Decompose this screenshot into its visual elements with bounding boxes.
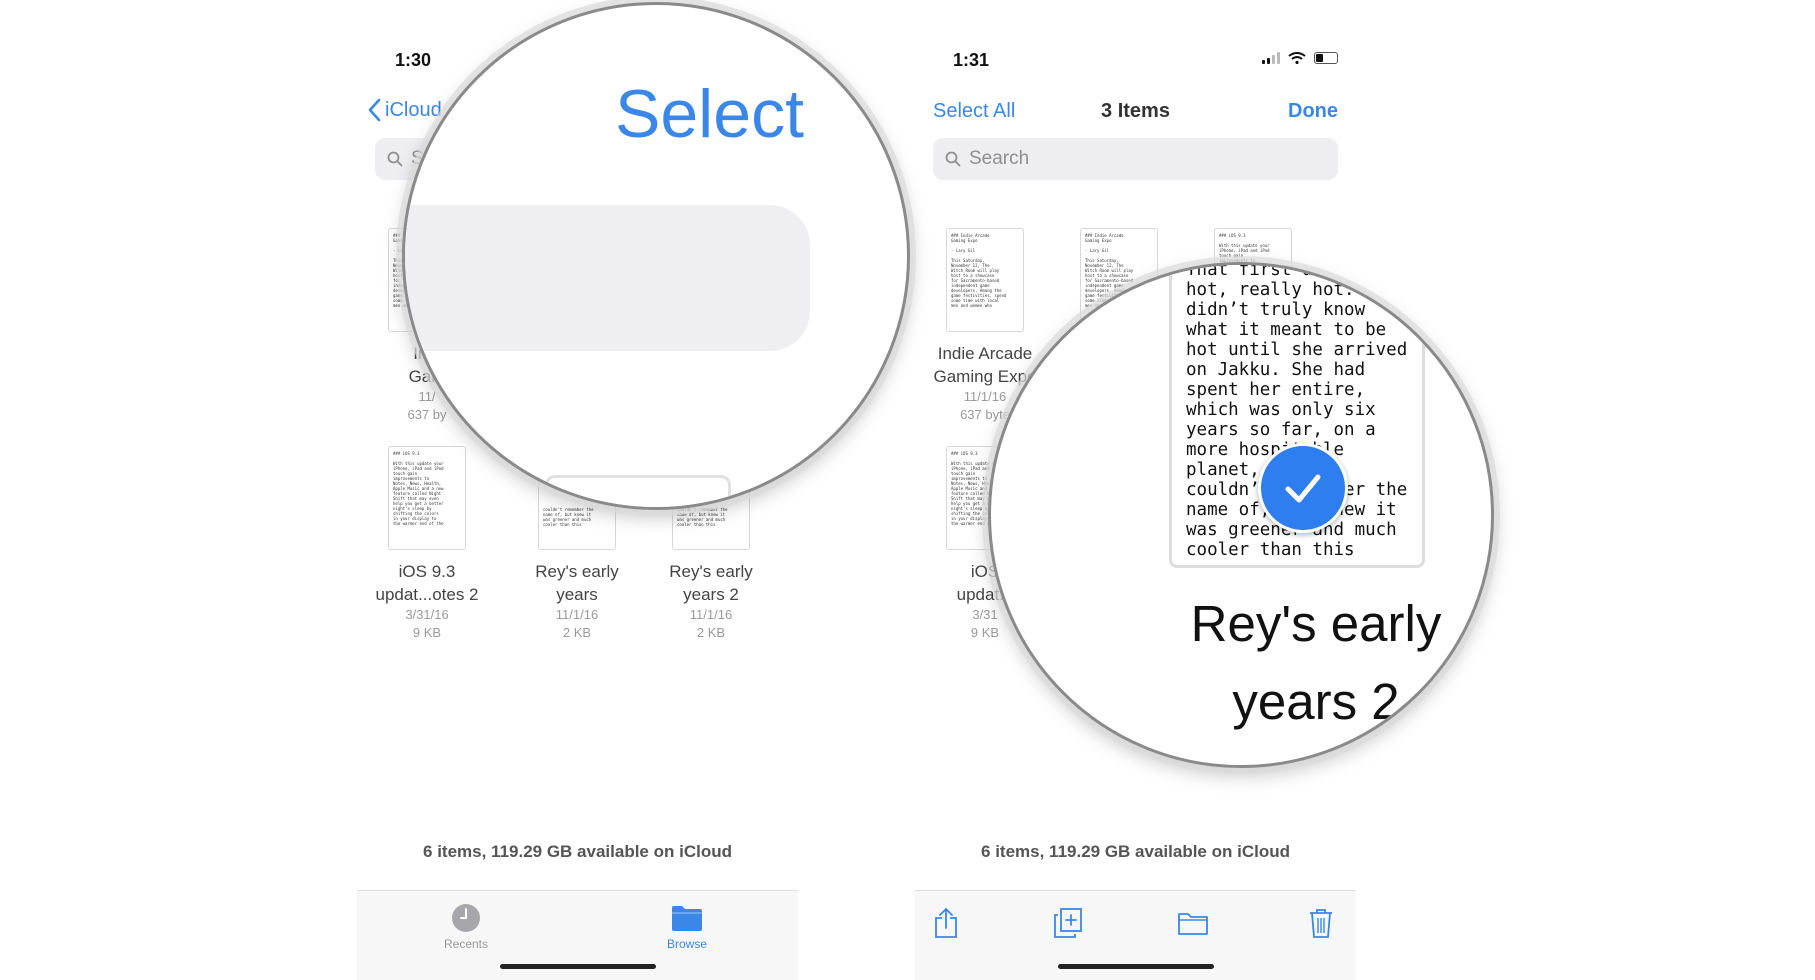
status-time: 1:31 — [953, 50, 990, 70]
file-name-line2: years 2 — [1232, 673, 1400, 730]
search-placeholder: Search — [969, 148, 1030, 169]
delete-button[interactable] — [1308, 907, 1334, 939]
done-button[interactable]: Done — [1288, 100, 1338, 123]
duplicate-icon — [1054, 908, 1082, 938]
folder-icon — [1178, 913, 1208, 935]
select-button[interactable]: Select — [615, 75, 804, 153]
storage-info: 6 items, 119.29 GB available on iCloud — [981, 842, 1290, 861]
storage-info: 6 items, 119.29 GB available on iCloud — [423, 842, 732, 861]
search-input-zoomed — [405, 205, 810, 351]
folder-icon — [637, 903, 737, 933]
home-indicator — [1057, 964, 1214, 969]
status-time: 1:30 — [395, 50, 432, 70]
file-thumbnail: ### iOS 9.3 With this update your iPhone… — [388, 446, 466, 550]
file-name-line2: updat...otes 2 — [375, 585, 479, 604]
share-icon — [935, 908, 957, 938]
tab-recents[interactable]: Recents — [416, 903, 516, 951]
signal-icon — [1262, 52, 1280, 64]
chevron-left-icon — [368, 98, 381, 122]
file-size: 9 KB — [412, 625, 442, 640]
tab-label: Recents — [443, 937, 489, 951]
file-date: 3/31/16 — [405, 607, 449, 622]
trash-icon — [1310, 909, 1332, 938]
file-thumbnail: ### Indie Arcade Gaming Expo - Lary Gil … — [946, 228, 1024, 332]
back-label: iCloud — [385, 98, 442, 121]
tab-label: Browse — [666, 937, 707, 951]
nav-bar: Select All 3 Items Done — [915, 98, 1356, 128]
status-icons — [1262, 52, 1338, 64]
selection-toolbar — [915, 890, 1356, 980]
file-item[interactable]: ### iOS 9.3 With this update your iPhone… — [363, 446, 491, 642]
back-button[interactable]: iCloud — [367, 98, 442, 122]
duplicate-button[interactable] — [1053, 907, 1083, 939]
search-icon — [945, 151, 961, 167]
zoom-callout-selected-file: That first day hot, really hot. didn’t t… — [988, 262, 1494, 768]
share-button[interactable] — [933, 907, 959, 939]
battery-icon — [1314, 52, 1338, 64]
file-name-line2: years 2 — [683, 585, 739, 604]
file-date: 11/1/16 — [555, 607, 599, 622]
file-name-line1: Indie Arcade — [937, 344, 1033, 363]
tab-browse[interactable]: Browse — [637, 903, 737, 951]
file-name-zoomed: Rey's early years 2 — [1161, 585, 1471, 741]
home-indicator — [499, 964, 656, 969]
file-name-line1: iOS 9.3 — [398, 562, 456, 581]
file-size: 2 KB — [696, 625, 726, 640]
file-name-line2: years — [556, 585, 598, 604]
search-icon — [387, 151, 403, 167]
file-size: 2 KB — [562, 625, 592, 640]
file-name-line1: Rey's early — [535, 562, 619, 581]
zoom-callout-select: Select — [402, 2, 910, 510]
file-name-line1: Rey's early — [1190, 595, 1442, 652]
move-button[interactable] — [1178, 911, 1208, 935]
clock-icon — [416, 903, 516, 933]
file-thumbnail-zoomed — [545, 475, 731, 507]
wifi-icon — [1288, 52, 1306, 64]
checkmark-icon[interactable] — [1258, 443, 1348, 533]
tab-bar: Recents Browse — [357, 890, 798, 980]
file-date: 11/1/16 — [689, 607, 733, 622]
search-input[interactable]: Search — [933, 138, 1338, 180]
file-name-line1: Rey's early — [669, 562, 753, 581]
